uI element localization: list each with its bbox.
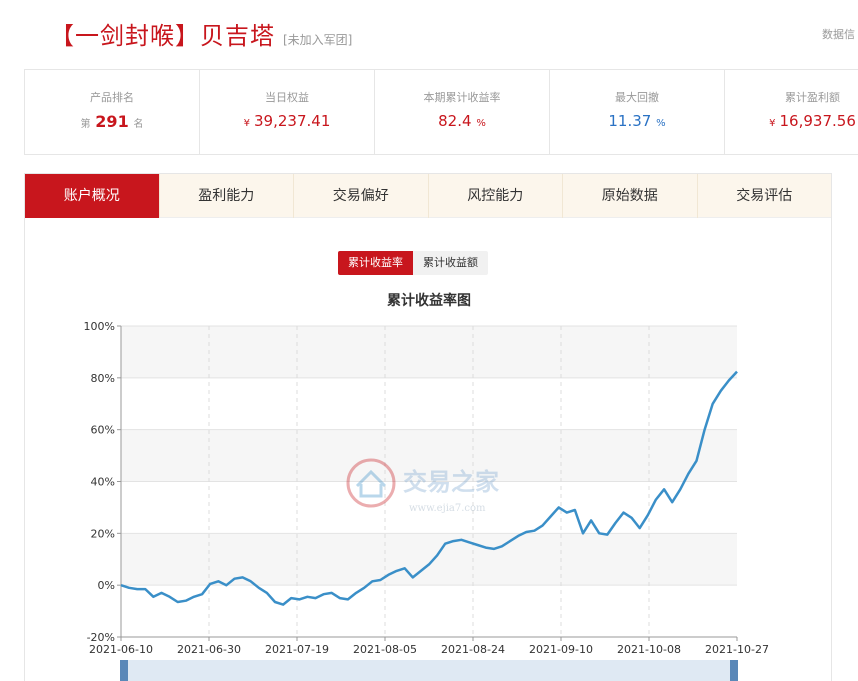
watermark-name: 交易之家 xyxy=(403,467,499,496)
grid-band xyxy=(121,585,737,637)
stat-equity-value: ¥39,237.41 xyxy=(200,112,374,130)
x-tick-label: 2021-06-10 xyxy=(89,643,153,656)
stat-max-drawdown-label: 最大回撤 xyxy=(615,91,659,104)
stat-rank-label: 产品排名 xyxy=(90,91,134,104)
account-panel: 账户概况 盈利能力 交易偏好 风控能力 原始数据 交易评估 累计收益率 累计收益… xyxy=(24,173,832,681)
return-rate-chart: 交易之家 www.ejia7.com 100%80%60%40%20%0%-20… xyxy=(84,320,769,681)
equity-number: 39,237.41 xyxy=(254,112,331,130)
return-rate-unit: % xyxy=(476,118,486,129)
slider-track xyxy=(120,660,738,681)
x-tick-label: 2021-06-30 xyxy=(177,643,241,656)
rank-suffix: 名 xyxy=(133,119,144,130)
zoom-slider[interactable] xyxy=(120,660,738,681)
page-title: 【一剑封喉】贝吉塔 xyxy=(50,22,275,50)
rank-prefix: 第 xyxy=(80,119,91,130)
y-tick-label: 80% xyxy=(91,372,115,385)
x-tick-label: 2021-10-27 xyxy=(705,643,769,656)
grid-band xyxy=(121,533,737,586)
x-tick-label: 2021-10-08 xyxy=(617,643,681,656)
grid-band xyxy=(121,326,737,378)
stat-rank-value: 第 291 名 xyxy=(25,112,199,131)
stat-return-rate-label: 本期累计收益率 xyxy=(423,91,501,104)
return-rate-number: 82.4 xyxy=(438,112,472,130)
watermark-url: www.ejia7.com xyxy=(409,503,486,514)
drawdown-number: 11.37 xyxy=(608,112,652,130)
drawdown-unit: % xyxy=(656,118,666,129)
stats-summary: 产品排名 第 291 名 当日权益 ¥39,237.41 本期累计收益率 82.… xyxy=(24,69,858,155)
y-tick-label: 20% xyxy=(91,527,115,540)
stat-return-rate: 本期累计收益率 82.4 % xyxy=(375,70,550,154)
y-tick-label: 60% xyxy=(91,424,115,437)
x-tick-label: 2021-08-24 xyxy=(441,643,505,656)
stat-max-drawdown-value: 11.37 % xyxy=(550,112,724,130)
stat-equity-label: 当日权益 xyxy=(265,91,309,104)
slider-handle-right[interactable] xyxy=(730,660,738,681)
x-tick-label: 2021-07-19 xyxy=(265,643,329,656)
slider-handle-left[interactable] xyxy=(120,660,128,681)
currency-symbol: ¥ xyxy=(769,118,776,129)
data-info-link[interactable]: 数据信 xyxy=(822,26,855,42)
legion-status: [未加入军团] xyxy=(283,33,353,47)
x-tick-label: 2021-08-05 xyxy=(353,643,417,656)
stat-profit: 累计盈利额 ¥16,937.56 xyxy=(725,70,858,154)
stat-return-rate-value: 82.4 % xyxy=(375,112,549,130)
stat-profit-label: 累计盈利额 xyxy=(785,91,840,104)
grid-band xyxy=(121,377,737,430)
y-tick-label: 100% xyxy=(84,320,115,333)
stat-profit-value: ¥16,937.56 xyxy=(725,112,858,130)
page-header: 【一剑封喉】贝吉塔 [未加入军团] xyxy=(50,16,352,56)
stat-rank: 产品排名 第 291 名 xyxy=(25,70,200,154)
y-tick-label: 0% xyxy=(98,579,115,592)
currency-symbol: ¥ xyxy=(243,118,251,129)
stat-equity: 当日权益 ¥39,237.41 xyxy=(200,70,375,154)
y-tick-label: 40% xyxy=(91,476,115,489)
stat-max-drawdown: 最大回撤 11.37 % xyxy=(550,70,725,154)
x-tick-label: 2021-09-10 xyxy=(529,643,593,656)
profit-number: 16,937.56 xyxy=(779,112,856,130)
rank-number: 291 xyxy=(95,112,129,131)
